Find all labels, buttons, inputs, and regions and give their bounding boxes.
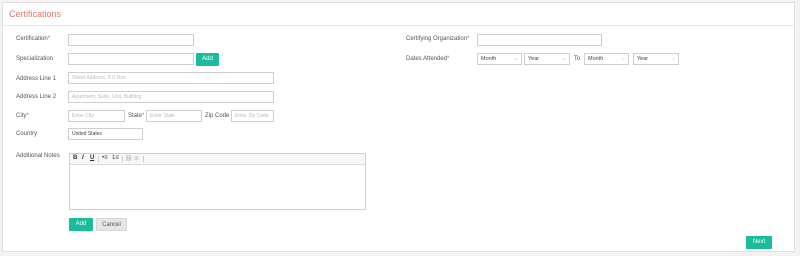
editor-toolbar: B I U •≡ 1≡ ⛓ ⊘ (70, 154, 365, 165)
to-label: To (574, 56, 581, 62)
link-icon[interactable]: ⛓ (125, 155, 133, 162)
address1-label: Address Line 1 (16, 76, 57, 82)
dates-attended-label: Dates Attended* (406, 56, 450, 62)
panel-title: Certifications (9, 9, 62, 19)
certification-label: Certification* (16, 36, 51, 42)
underline-icon[interactable]: U (90, 155, 94, 161)
to-year-select[interactable]: Year ⌵ (633, 53, 679, 65)
title-divider (3, 25, 794, 26)
certifying-org-input[interactable] (477, 34, 602, 46)
address2-label: Address Line 2 (16, 94, 57, 100)
country-label: Country (16, 131, 38, 137)
toolbar-divider (143, 156, 144, 162)
certifying-org-label: Certifying Organization* (406, 36, 470, 42)
toolbar-divider (122, 156, 123, 162)
state-input[interactable]: Enter State (146, 110, 202, 122)
from-month-select[interactable]: Month ⌵ (477, 53, 522, 65)
specialization-label: Specialization (16, 56, 54, 62)
address2-input[interactable]: Apartment, Suite, Unit, Building (68, 91, 274, 103)
numbered-list-icon[interactable]: 1≡ (112, 155, 119, 161)
add-button[interactable]: Add (69, 218, 93, 231)
country-select[interactable]: United States (68, 128, 143, 140)
notes-editor[interactable]: B I U •≡ 1≡ ⛓ ⊘ (69, 153, 366, 210)
unlink-icon[interactable]: ⊘ (134, 155, 139, 162)
certification-input[interactable] (68, 34, 194, 46)
chevron-down-icon: ⌵ (514, 56, 518, 62)
zip-label: Zip Code (205, 113, 230, 119)
chevron-down-icon: ⌵ (621, 56, 625, 62)
toolbar-divider (98, 156, 99, 162)
chevron-down-icon: ⌵ (562, 56, 566, 62)
address1-input[interactable]: Street Address, P.O Box (68, 72, 274, 84)
state-label: State* (128, 113, 145, 119)
certifications-panel: Certifications Certification* Specializa… (2, 2, 795, 252)
bullet-list-icon[interactable]: •≡ (102, 155, 108, 161)
next-button[interactable]: Next (746, 236, 772, 249)
cancel-button[interactable]: Cancel (96, 218, 127, 231)
zip-input[interactable]: Enter Zip Code (231, 110, 274, 122)
bold-icon[interactable]: B (73, 155, 77, 161)
city-label: City* (16, 113, 29, 119)
from-year-select[interactable]: Year ⌵ (524, 53, 570, 65)
to-month-select[interactable]: Month ⌵ (584, 53, 629, 65)
notes-label: Additional Notes (16, 153, 60, 159)
specialization-input[interactable] (68, 53, 194, 65)
add-specialization-button[interactable]: Add (196, 53, 219, 66)
italic-icon[interactable]: I (82, 155, 84, 161)
chevron-down-icon: ⌵ (671, 56, 675, 62)
city-input[interactable]: Enter City (68, 110, 125, 122)
